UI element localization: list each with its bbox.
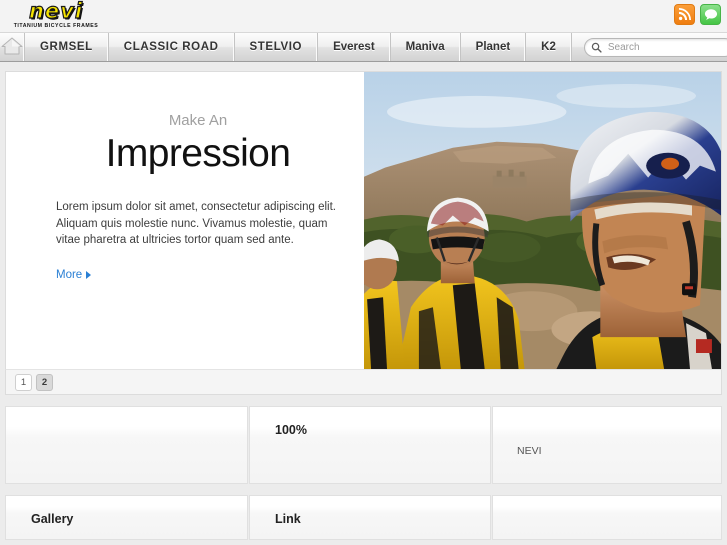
more-link[interactable]: More — [56, 268, 92, 281]
nav-item-label: STELVIO — [249, 41, 303, 53]
nav-item-planet[interactable]: Planet — [461, 33, 527, 61]
chat-bubble-icon[interactable] — [700, 4, 721, 25]
rss-icon[interactable] — [674, 4, 695, 25]
sidebar-item-home[interactable] — [0, 33, 25, 61]
logo-tagline: TITANIUM BICYCLE FRAMES — [13, 23, 99, 29]
pagination-label: 1 — [20, 376, 27, 388]
link-panel[interactable]: Link — [249, 495, 491, 540]
pagination-label: 2 — [41, 376, 48, 388]
nav-item-classic-road[interactable]: CLASSIC ROAD — [109, 33, 235, 61]
feature-panel-3[interactable]: NEVI — [492, 406, 722, 484]
top-bar: nevi TITANIUM BICYCLE FRAMES — [0, 0, 727, 33]
gallery-panel[interactable]: Gallery — [5, 495, 248, 540]
home-icon — [0, 36, 24, 59]
search-input[interactable] — [605, 40, 718, 54]
feature-panel-heading: 100% — [275, 423, 307, 437]
hero-eyebrow: Make An — [168, 112, 228, 129]
third-panel[interactable] — [492, 495, 722, 540]
search-box[interactable] — [583, 37, 727, 57]
main-navigation: GRMSEL CLASSIC ROAD STELVIO Everest Mani… — [0, 33, 727, 62]
hero-image — [364, 72, 721, 369]
feature-row-2: Gallery Link — [5, 495, 722, 540]
pagination-page-2[interactable]: 2 — [36, 373, 53, 391]
nav-item-k2[interactable]: K2 — [526, 33, 572, 61]
feature-panel-2[interactable]: 100% — [249, 406, 491, 484]
nav-item-grmsel[interactable]: GRMSEL — [25, 33, 109, 61]
hero-text-block: Make An Impression Lorem ipsum dolor sit… — [6, 72, 364, 369]
social-icons — [674, 4, 721, 25]
gallery-panel-heading: Gallery — [31, 512, 74, 526]
nav-item-label: GRMSEL — [40, 41, 93, 53]
nav-item-label: Maniva — [405, 41, 445, 53]
link-panel-heading: Link — [275, 512, 301, 526]
nav-item-maniva[interactable]: Maniva — [391, 33, 461, 61]
nav-item-everest[interactable]: Everest — [318, 33, 391, 61]
hero-title: Impression — [105, 132, 291, 175]
feature-row-1: 100% NEVI — [5, 406, 722, 484]
pagination-page-1[interactable]: 1 — [15, 373, 32, 391]
site-logo[interactable]: nevi TITANIUM BICYCLE FRAMES — [4, 0, 108, 31]
hero-banner: Make An Impression Lorem ipsum dolor sit… — [5, 71, 722, 369]
nav-item-label: K2 — [541, 41, 556, 53]
hero-pagination: 1 2 — [5, 369, 722, 395]
page-content: Make An Impression Lorem ipsum dolor sit… — [0, 62, 727, 540]
nav-item-label: CLASSIC ROAD — [123, 41, 219, 53]
feature-panel-1[interactable] — [5, 406, 248, 484]
nav-search-area — [572, 33, 727, 61]
more-link-label: More — [56, 268, 83, 281]
arrow-right-icon — [86, 270, 92, 279]
nav-item-stelvio[interactable]: STELVIO — [235, 33, 319, 61]
nav-item-label: Planet — [475, 41, 511, 53]
feature-panel-text: NEVI — [517, 445, 542, 457]
logo-wordmark: nevi — [28, 0, 84, 23]
nav-item-label: Everest — [333, 41, 375, 53]
hero-paragraph: Lorem ipsum dolor sit amet, consectetur … — [56, 201, 336, 246]
search-icon — [591, 42, 602, 53]
